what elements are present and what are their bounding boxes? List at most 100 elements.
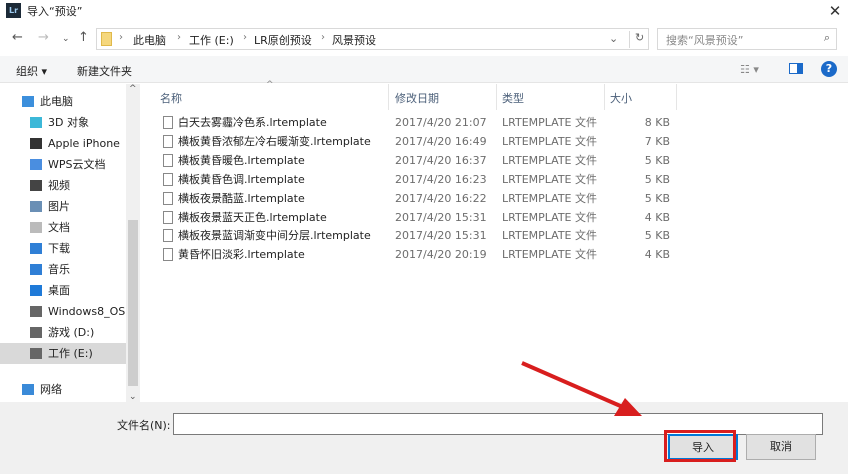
file-name: 黄昏怀旧淡彩.lrtemplate: [178, 248, 305, 262]
file-name: 横板黄昏暖色.lrtemplate: [178, 153, 305, 167]
file-size: 4 KB: [644, 248, 670, 262]
file-type: LRTEMPLATE 文件: [502, 153, 597, 167]
nav-item-label: 此电脑: [40, 95, 73, 108]
nav-item-label: WPS云文档: [48, 158, 106, 171]
search-input[interactable]: 搜索“风景预设” ⌕: [657, 28, 837, 50]
nav-item[interactable]: 文档: [0, 217, 126, 238]
nav-item-label: 音乐: [48, 263, 70, 276]
nav-item[interactable]: 图片: [0, 196, 126, 217]
file-type: LRTEMPLATE 文件: [502, 210, 597, 224]
breadcrumb-landscape-presets[interactable]: 风景预设: [332, 32, 376, 48]
cancel-button[interactable]: 取消: [746, 434, 816, 460]
recent-chevron-icon[interactable]: ⌄: [62, 34, 70, 44]
search-placeholder: 搜索“风景预设”: [666, 34, 744, 47]
nav-item[interactable]: WPS云文档: [0, 154, 126, 175]
file-row[interactable]: 横板黄昏浓郁左冷右暖渐变.lrtemplate 2017/4/20 16:49 LR…: [150, 132, 680, 151]
navigation-pane: 此电脑 3D 对象 Apple iPhone WPS云文档 视频图片文档下载音乐桌面 Wi…: [0, 84, 126, 402]
file-icon: [163, 134, 173, 148]
nav-item[interactable]: 网络: [0, 379, 126, 400]
file-name: 横板黄昏浓郁左冷右暖渐变.lrtemplate: [178, 134, 371, 148]
file-size: 5 KB: [644, 191, 670, 205]
file-row[interactable]: 横板夜景酷蓝.lrtemplate 2017/4/20 16:22 LRTEMPLA…: [150, 189, 680, 208]
file-type: LRTEMPLATE 文件: [502, 116, 597, 129]
file-type: LRTEMPLATE 文件: [502, 172, 597, 186]
drive-icon: [30, 327, 42, 338]
drive-icon: [30, 306, 42, 317]
scrollbar-thumb[interactable]: [128, 220, 138, 386]
file-icon: [163, 153, 173, 167]
file-size: 5 KB: [644, 153, 670, 167]
file-date: 2017/4/20 16:49: [395, 134, 487, 148]
nav-item-label: 3D 对象: [48, 116, 89, 129]
nav-item-label: 网络: [40, 383, 62, 396]
nav-item[interactable]: 视频: [0, 175, 126, 196]
file-row[interactable]: 黄昏怀旧淡彩.lrtemplate 2017/4/20 20:19 LRTEMPLA…: [150, 245, 680, 264]
view-options-icon[interactable]: ☷ ▾: [740, 63, 759, 76]
file-row[interactable]: 横板黄昏色调.lrtemplate 2017/4/20 16:23 LRTEMPLA…: [150, 170, 680, 189]
file-row[interactable]: 横板夜景蓝天正色.lrtemplate 2017/4/20 15:31 LRTEMP…: [150, 208, 680, 227]
column-date[interactable]: 修改日期: [395, 90, 439, 106]
new-folder-button[interactable]: 新建文件夹: [77, 63, 132, 79]
refresh-icon[interactable]: ↻: [629, 31, 644, 48]
file-date: 2017/4/20 16:37: [395, 153, 487, 167]
column-type[interactable]: 类型: [502, 90, 524, 106]
file-size: 8 KB: [644, 116, 670, 129]
forward-arrow-icon[interactable]: →: [38, 30, 49, 45]
file-name: 横板夜景蓝调渐变中间分层.lrtemplate: [178, 229, 371, 243]
file-row[interactable]: 横板夜景蓝调渐变中间分层.lrtemplate 2017/4/20 15:31 LR…: [150, 226, 680, 245]
file-date: 2017/4/20 15:31: [395, 229, 487, 243]
nav-item[interactable]: 桌面: [0, 280, 126, 301]
nav-item[interactable]: 工作 (E:): [0, 343, 126, 364]
address-dropdown-icon[interactable]: ⌄: [609, 32, 618, 45]
column-name[interactable]: 名称: [160, 90, 182, 106]
search-icon: ⌕: [823, 31, 830, 44]
file-icon: [163, 116, 173, 129]
breadcrumb-drive-e[interactable]: 工作 (E:): [189, 32, 234, 48]
file-date: 2017/4/20 16:22: [395, 191, 487, 205]
nav-item-label: Windows8_OS: [48, 305, 126, 318]
nav-item[interactable]: 此电脑: [0, 91, 126, 112]
column-size[interactable]: 大小: [610, 90, 632, 106]
window-title: 导入“预设”: [27, 5, 83, 18]
address-bar[interactable]: › 此电脑 › 工作 (E:) › LR原创预设 › 风景预设 ⌄ ↻: [96, 28, 649, 50]
file-row[interactable]: 横板黄昏暖色.lrtemplate 2017/4/20 16:37 LRTEMPLA…: [150, 151, 680, 170]
drive-icon: [30, 348, 42, 359]
organize-button[interactable]: 组织 ▾: [16, 63, 47, 79]
nav-item-label: 图片: [48, 200, 70, 213]
file-size: 5 KB: [644, 229, 670, 243]
nav-item[interactable]: 游戏 (D:): [0, 322, 126, 343]
phone-icon: [30, 138, 42, 149]
file-date: 2017/4/20 15:31: [395, 210, 487, 224]
file-name: 横板夜景酷蓝.lrtemplate: [178, 191, 305, 205]
desktop-icon: [30, 285, 42, 296]
cloud-icon: [30, 159, 42, 170]
nav-item-label: 视频: [48, 179, 70, 192]
nav-item[interactable]: Windows8_OS: [0, 301, 126, 322]
folder-icon: [101, 32, 112, 46]
file-icon: [163, 172, 173, 186]
file-name: 横板黄昏色调.lrtemplate: [178, 172, 305, 186]
breadcrumb-this-pc[interactable]: 此电脑: [133, 32, 166, 48]
nav-item-label: 文档: [48, 221, 70, 234]
file-icon: [163, 229, 173, 243]
nav-item[interactable]: 3D 对象: [0, 112, 126, 133]
nav-item[interactable]: Apple iPhone: [0, 133, 126, 154]
help-icon[interactable]: ?: [821, 61, 837, 77]
up-arrow-icon[interactable]: ↑: [78, 30, 89, 45]
nav-item-label: Apple iPhone: [48, 137, 120, 150]
nav-item[interactable]: 下载: [0, 238, 126, 259]
file-type: LRTEMPLATE 文件: [502, 191, 597, 205]
file-icon: [163, 191, 173, 205]
preview-pane-icon[interactable]: [789, 63, 803, 74]
cube-icon: [30, 117, 42, 128]
breadcrumb-lr-presets[interactable]: LR原创预设: [254, 32, 312, 48]
back-arrow-icon[interactable]: ←: [12, 30, 23, 45]
file-date: 2017/4/20 16:23: [395, 172, 487, 186]
file-row[interactable]: 白天去雾霾冷色系.lrtemplate 2017/4/20 21:07 LRTEMP…: [150, 113, 680, 132]
music-icon: [30, 264, 42, 275]
file-date: 2017/4/20 20:19: [395, 248, 487, 262]
file-date: 2017/4/20 21:07: [395, 116, 487, 129]
nav-item[interactable]: 音乐: [0, 259, 126, 280]
close-button[interactable]: ✕: [822, 0, 848, 22]
title-bar: Lr 导入“预设” ✕: [0, 0, 848, 22]
